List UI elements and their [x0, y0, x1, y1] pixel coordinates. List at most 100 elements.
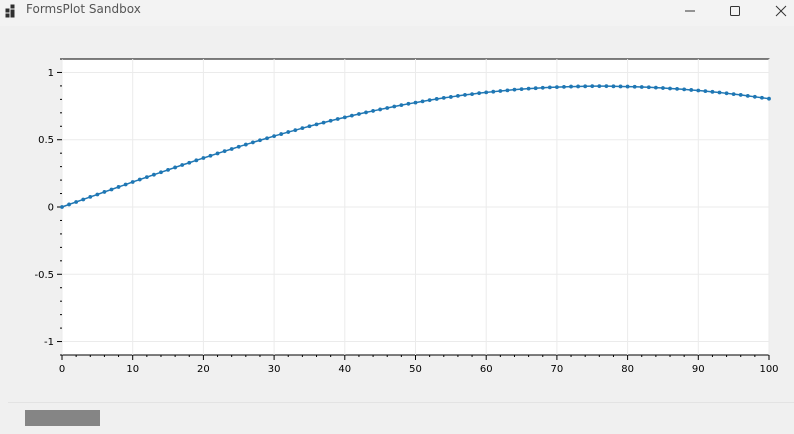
- maximize-icon: [729, 2, 741, 21]
- close-button[interactable]: [758, 0, 794, 22]
- data-point: [152, 172, 156, 177]
- data-point: [137, 177, 142, 182]
- data-point: [441, 95, 446, 100]
- data-point: [463, 93, 467, 97]
- data-point: [102, 190, 107, 194]
- data-point: [250, 140, 255, 145]
- data-point: [738, 93, 743, 97]
- data-point: [364, 110, 368, 115]
- data-point: [675, 86, 679, 91]
- data-point: [562, 84, 566, 89]
- data-point: [258, 138, 262, 143]
- data-point: [420, 99, 425, 104]
- data-point: [632, 84, 637, 89]
- data-point: [760, 95, 764, 100]
- data-point: [201, 156, 206, 160]
- data-point: [88, 195, 93, 199]
- minimize-button[interactable]: [667, 0, 713, 22]
- data-point: [286, 130, 291, 134]
- data-point: [724, 91, 729, 96]
- data-point: [392, 104, 397, 109]
- data-point: [456, 93, 460, 98]
- data-point: [357, 112, 361, 116]
- data-point: [406, 101, 411, 106]
- data-point: [60, 205, 64, 209]
- data-point: [67, 202, 71, 207]
- data-point: [597, 84, 602, 89]
- data-point: [505, 88, 510, 93]
- x-tick-label: 40: [338, 364, 351, 375]
- data-point: [236, 144, 241, 149]
- data-point: [109, 187, 114, 192]
- data-point: [307, 124, 312, 129]
- x-tick-label: 50: [409, 364, 422, 375]
- data-point: [752, 94, 757, 99]
- x-tick-label: 20: [197, 364, 210, 375]
- data-point: [569, 84, 573, 89]
- forms-plot-control[interactable]: 0 10 20 30 40 50 60 70 80 90 100 1 0.5 0 -0.5 -1: [0, 26, 794, 402]
- grid-app-icon: [5, 3, 19, 22]
- y-tick-label: 1: [48, 68, 54, 79]
- chart[interactable]: 0 10 20 30 40 50 60 70 80 90 100 1 0.5 0 -0.5 -1: [0, 26, 794, 402]
- data-point: [491, 89, 496, 94]
- data-point: [385, 106, 390, 110]
- data-point: [81, 197, 86, 202]
- data-point: [710, 89, 715, 94]
- x-tick-label: 10: [126, 364, 139, 375]
- data-point: [74, 200, 79, 204]
- scrollbar-thumb[interactable]: [25, 410, 100, 426]
- data-point: [222, 149, 227, 154]
- data-point: [519, 87, 524, 92]
- data-point: [767, 96, 771, 101]
- data-point: [661, 86, 665, 90]
- x-tick-label: 100: [759, 364, 778, 375]
- data-point: [427, 98, 432, 103]
- data-point: [611, 84, 616, 89]
- data-point: [342, 115, 347, 120]
- window-titlebar: FormsPlot Sandbox: [0, 0, 794, 26]
- minimize-icon: [684, 2, 696, 21]
- data-point: [229, 147, 234, 151]
- data-point: [265, 136, 269, 141]
- data-point: [300, 126, 305, 131]
- data-point: [130, 180, 135, 184]
- data-point: [378, 107, 383, 112]
- data-point: [639, 85, 644, 89]
- y-tick-label: 0.5: [38, 135, 54, 146]
- data-point: [498, 89, 503, 93]
- maximize-button[interactable]: [712, 0, 758, 22]
- y-tick-label: -1: [44, 337, 54, 348]
- data-point: [371, 109, 375, 113]
- data-point: [646, 85, 651, 90]
- divider: [8, 402, 794, 403]
- data-point: [95, 192, 100, 197]
- data-point: [413, 100, 418, 105]
- data-point: [540, 85, 545, 90]
- data-point: [576, 84, 581, 89]
- data-point: [166, 167, 170, 172]
- data-point: [335, 117, 340, 121]
- data-point: [187, 160, 192, 165]
- data-point: [144, 175, 149, 180]
- data-point: [745, 93, 750, 98]
- close-icon: [775, 2, 787, 21]
- data-point: [215, 151, 220, 156]
- data-point: [399, 103, 404, 108]
- data-point: [689, 88, 694, 92]
- data-point: [512, 87, 517, 92]
- data-point: [314, 122, 319, 127]
- data-point: [448, 95, 453, 99]
- data-point: [116, 185, 121, 189]
- x-tick-label: 70: [551, 364, 564, 375]
- y-tick-label: 0: [48, 203, 54, 214]
- data-point: [717, 90, 722, 95]
- window-title: FormsPlot Sandbox: [26, 2, 141, 16]
- data-point: [470, 92, 474, 97]
- data-point: [604, 84, 609, 89]
- data-point: [731, 92, 736, 97]
- data-point: [349, 113, 354, 118]
- data-point: [590, 84, 595, 89]
- data-point: [682, 87, 687, 92]
- data-point: [293, 128, 298, 133]
- data-point: [243, 142, 248, 147]
